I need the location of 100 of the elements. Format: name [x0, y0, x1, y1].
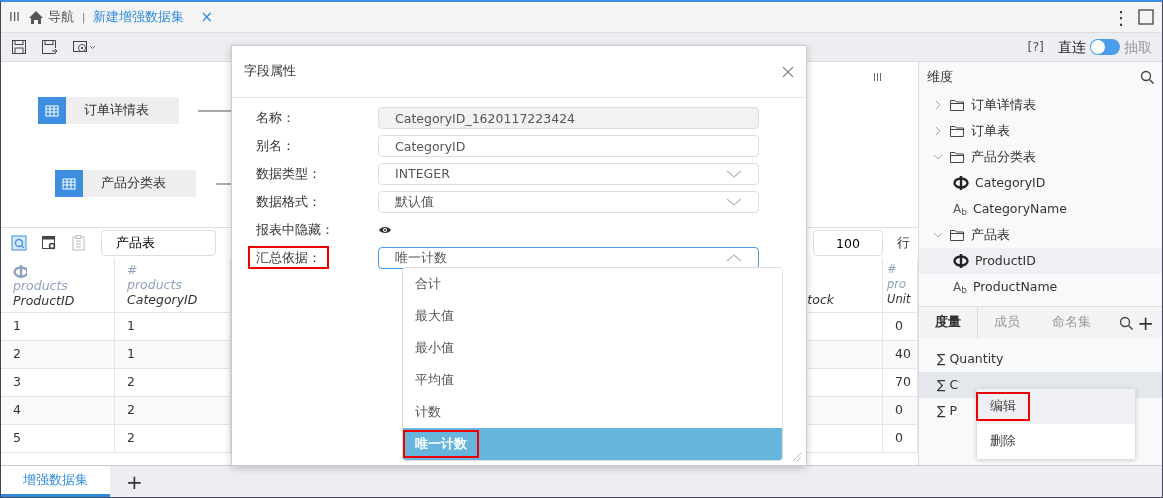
close-icon — [782, 65, 794, 78]
help-button[interactable]: [?] — [1027, 37, 1044, 57]
maximize-icon — [1138, 9, 1154, 25]
column-source: pro — [887, 277, 908, 292]
menu-item[interactable]: 编辑 — [977, 389, 1135, 424]
settings-icon — [72, 39, 96, 55]
mode-switch[interactable] — [1090, 39, 1120, 55]
table-name-field[interactable]: 产品表 — [101, 230, 216, 256]
clipboard-button[interactable] — [71, 235, 87, 251]
panel-title: 维度 — [927, 67, 953, 86]
table-settings-icon — [41, 235, 57, 251]
column-header: tock — [806, 292, 834, 307]
table-icon — [61, 175, 77, 192]
select-field[interactable]: 唯一计数 — [378, 247, 759, 269]
field-label: 数据类型： — [255, 164, 322, 183]
search-button[interactable] — [1119, 315, 1134, 330]
measure-item[interactable]: ∑ Quantity — [919, 346, 1162, 372]
key-icon — [953, 253, 969, 269]
menu-item[interactable]: 删除 — [977, 424, 1135, 459]
add-button[interactable]: + — [1137, 307, 1154, 338]
folder-icon — [949, 123, 965, 139]
table-icon — [44, 102, 60, 119]
tree-field[interactable]: CategoryID — [919, 170, 1162, 196]
column-source: products — [127, 277, 183, 292]
field-label: 汇总依据： — [250, 247, 327, 267]
close-button[interactable] — [782, 65, 794, 78]
table-cell: 70 — [883, 369, 918, 397]
select-field[interactable]: 默认值 — [378, 191, 759, 213]
search-icon — [1119, 315, 1134, 330]
field-label: 别名： — [255, 136, 296, 155]
mode-label: 抽取 — [1124, 37, 1152, 57]
visibility-toggle[interactable] — [378, 224, 392, 236]
connector-line — [216, 183, 232, 185]
caret-up-icon — [726, 254, 742, 262]
field-label: 数据格式： — [255, 192, 322, 211]
table-cell: 3 — [1, 369, 115, 397]
caret-down-icon — [726, 170, 742, 178]
select-field[interactable]: INTEGER — [378, 163, 759, 185]
save-icon — [11, 39, 27, 55]
table-cell: 2 — [1, 341, 115, 369]
search-button[interactable] — [1140, 70, 1154, 84]
connector-line — [198, 110, 232, 112]
save-as-icon — [41, 39, 58, 55]
tree-folder[interactable]: 产品分类表 — [919, 144, 1162, 170]
alias-field[interactable]: CategoryID — [378, 135, 759, 157]
clipboard-icon — [71, 235, 87, 251]
separator: | — [82, 10, 86, 25]
settings-button[interactable] — [72, 39, 96, 55]
folder-icon — [949, 149, 965, 165]
table-cell: 5 — [1, 425, 115, 453]
name-field[interactable]: CategoryID_1620117223424 — [378, 107, 759, 129]
home-icon — [28, 9, 45, 25]
more-button[interactable]: ⋮ — [1112, 3, 1130, 31]
key-icon — [13, 263, 27, 278]
table-cell: 0 — [883, 397, 918, 425]
tree-field[interactable]: A$_{b}$ ProductName — [919, 274, 1162, 300]
preview-button[interactable] — [11, 235, 27, 251]
text-type-icon: A$_{b}$ — [953, 200, 967, 218]
table-cell: 2 — [115, 369, 231, 397]
table-cell: 1 — [1, 313, 115, 341]
column-type-label: # — [887, 262, 898, 277]
table-cell: 40 — [883, 341, 918, 369]
row-limit-field[interactable]: 100 — [813, 230, 883, 256]
save-as-button[interactable] — [41, 39, 58, 55]
panel-handle[interactable]: III — [873, 70, 882, 85]
tree-folder[interactable]: 订单详情表 — [919, 92, 1162, 118]
sheet-tab[interactable]: 增强数据集 — [1, 466, 110, 497]
preview-icon — [11, 235, 27, 251]
tree-field[interactable]: A$_{b}$ CategoryName — [919, 196, 1162, 222]
chevron-right-icon — [933, 100, 943, 110]
resize-grip-icon — [792, 452, 802, 462]
row-unit-label: 行 — [897, 233, 910, 252]
measure-tab[interactable]: 度量 — [919, 306, 978, 339]
save-button[interactable] — [11, 39, 27, 55]
maximize-button[interactable] — [1138, 9, 1154, 25]
mode-label: 直连 — [1058, 37, 1086, 57]
menu-button[interactable]: III — [9, 7, 21, 27]
tree-field[interactable]: ProductID — [919, 248, 1162, 274]
column-type-label: # — [127, 262, 139, 277]
column-header: ProductID — [13, 292, 76, 308]
chevron-right-icon — [933, 126, 943, 136]
search-icon — [1140, 70, 1154, 84]
key-icon — [953, 175, 969, 191]
field-label: 名称： — [255, 108, 296, 127]
column-header: CategoryID — [127, 292, 199, 307]
table-cell: 2 — [115, 425, 231, 453]
table-cell: 4 — [1, 397, 115, 425]
add-sheet-button[interactable]: + — [110, 466, 159, 497]
table-settings-button[interactable] — [41, 235, 57, 251]
chevron-down-icon — [933, 152, 943, 162]
table-cell: 0 — [883, 313, 918, 341]
column-source: products — [13, 277, 69, 293]
eye-icon — [378, 224, 392, 236]
table-cell: 1 — [115, 313, 231, 341]
caret-down-icon — [726, 198, 742, 206]
tree-folder[interactable]: 订单表 — [919, 118, 1162, 144]
table-cell: 1 — [115, 341, 231, 369]
nav-button[interactable]: 导航 — [28, 7, 75, 27]
text-type-icon: A$_{b}$ — [953, 278, 967, 296]
tree-folder[interactable]: 产品表 — [919, 222, 1162, 248]
